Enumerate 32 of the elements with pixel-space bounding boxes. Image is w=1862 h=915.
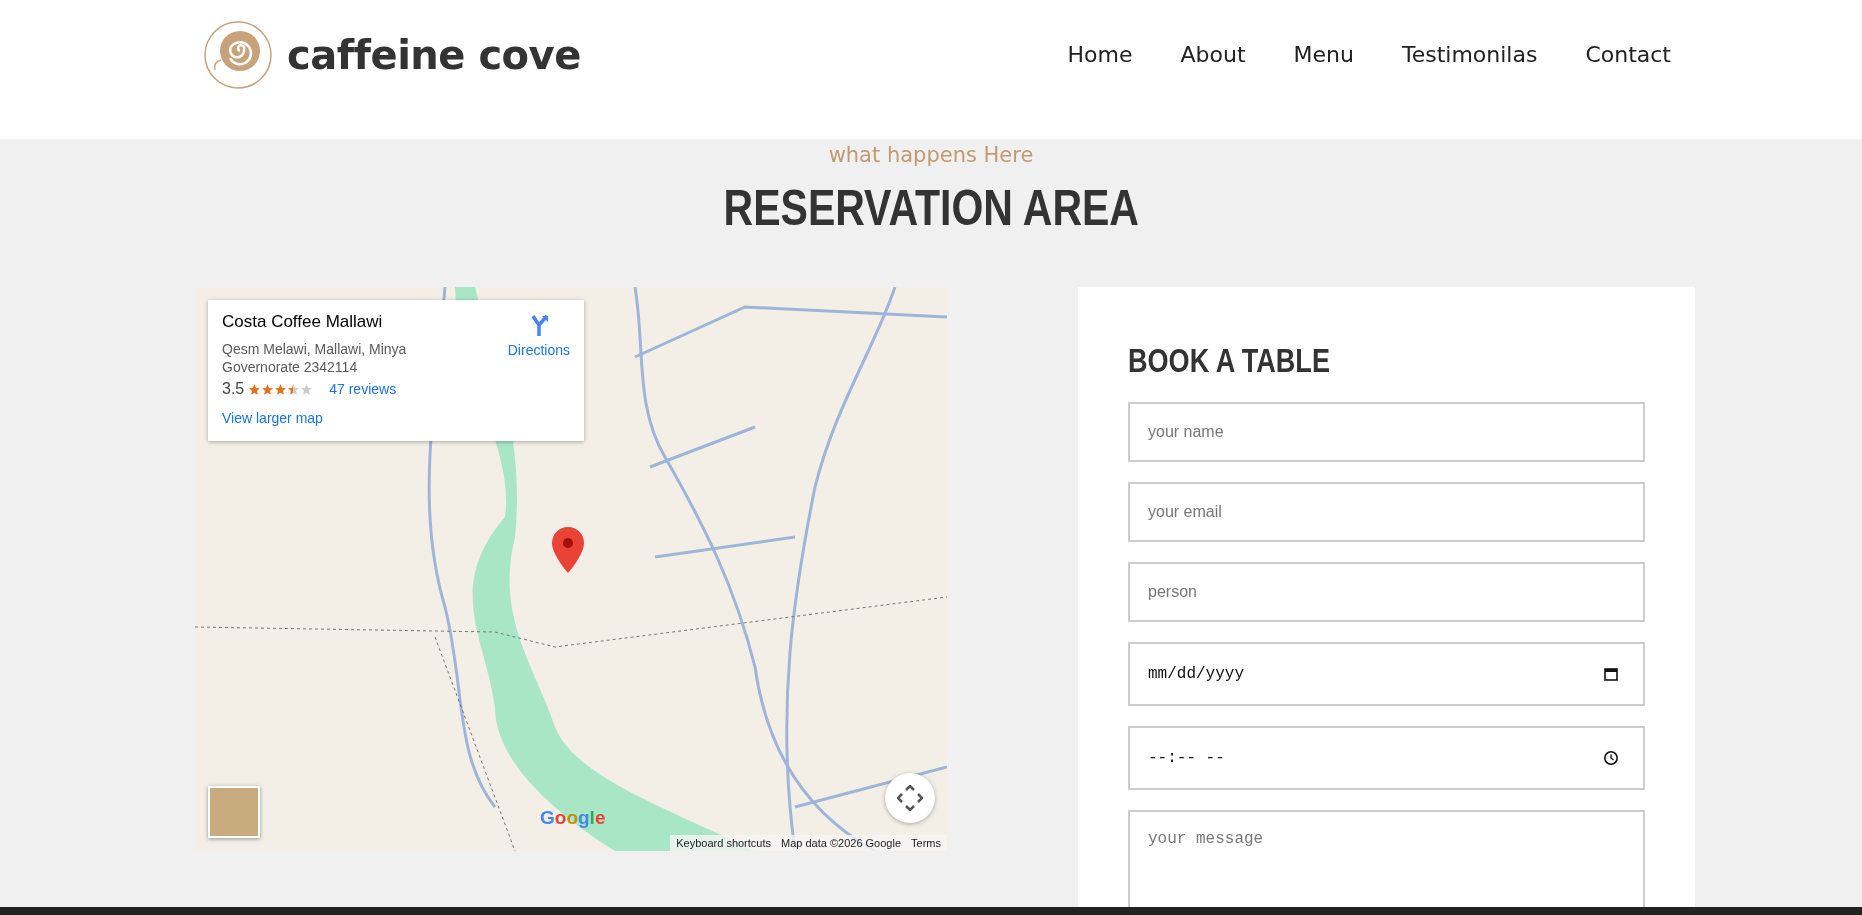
section-subtitle: what happens Here — [828, 143, 1034, 167]
clock-icon[interactable] — [1603, 750, 1619, 766]
reviews-link[interactable]: 47 reviews — [329, 381, 397, 398]
place-address: Qesm Melawi, Mallawi, Minya Governorate 2342114 — [222, 340, 408, 377]
place-name: Costa Coffee Mallawi — [222, 312, 384, 332]
input-field[interactable]: your email — [1128, 482, 1645, 542]
calendar-icon[interactable] — [1603, 666, 1619, 682]
coffee-cup-logo-icon — [203, 19, 273, 90]
nav-link[interactable]: Testimonilas — [1401, 42, 1538, 67]
date-field[interactable]: mm/dd/yyyy — [1128, 642, 1645, 706]
larger-map-link[interactable]: View larger map — [222, 410, 323, 427]
rating-value: 3.5 — [222, 380, 245, 399]
nav-link[interactable]: Menu — [1293, 42, 1354, 67]
map-pin-icon — [552, 527, 584, 573]
nav-link[interactable]: About — [1180, 42, 1246, 67]
map-footer-link[interactable]: Map data ©2026 Google — [781, 837, 902, 849]
satellite-toggle[interactable] — [208, 786, 260, 838]
booking-title: BOOK A TABLE — [1128, 342, 1331, 380]
map-camera-control[interactable] — [885, 773, 935, 823]
brand-name: caffeine cove — [287, 31, 581, 78]
nav-link[interactable]: Home — [1067, 42, 1133, 67]
time-field[interactable]: --:-- -- — [1128, 726, 1645, 790]
four-arrows-icon[interactable] — [897, 785, 923, 811]
message-field[interactable]: your message — [1128, 810, 1645, 907]
directions-link[interactable]: Directions — [507, 312, 570, 428]
map-provider-logo: Google — [540, 807, 606, 829]
map-footer-link[interactable]: Keyboard shortcuts — [676, 837, 771, 849]
nav-link[interactable]: Contact — [1585, 42, 1671, 67]
input-field[interactable]: person — [1128, 562, 1645, 622]
section-title: RESERVATION AREA — [723, 179, 1139, 237]
input-field[interactable]: your name — [1128, 402, 1645, 462]
map-footer-link[interactable]: Terms — [911, 837, 941, 849]
